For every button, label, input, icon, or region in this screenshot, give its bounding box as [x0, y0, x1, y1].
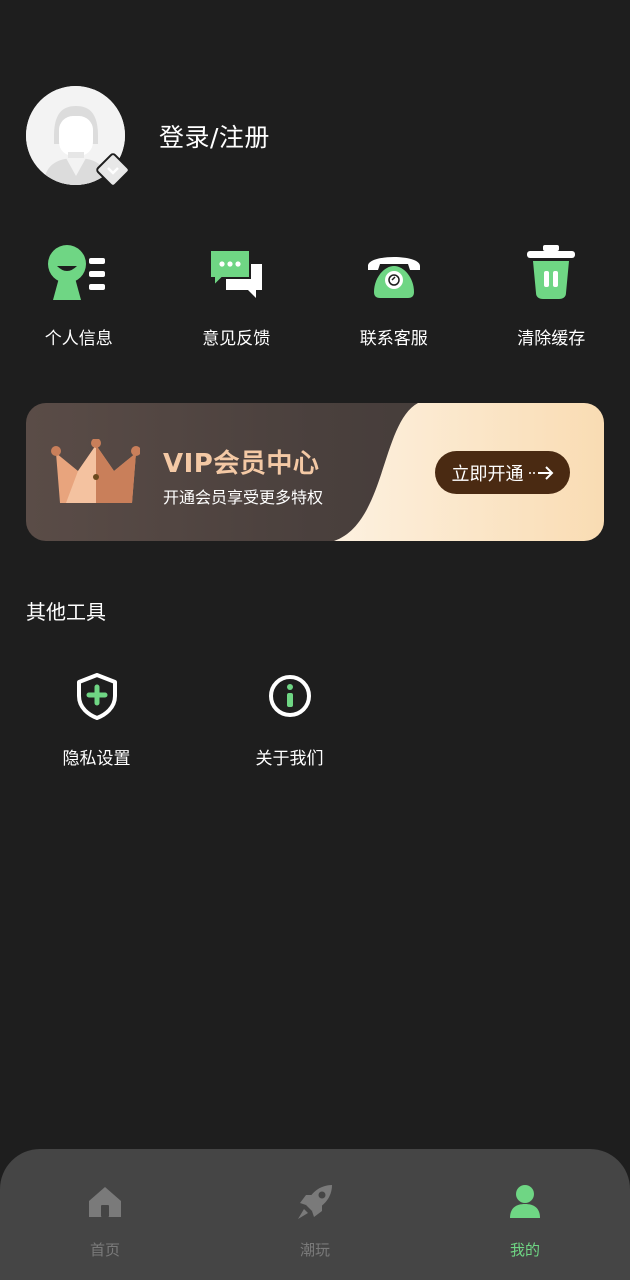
- home-icon: [86, 1183, 124, 1221]
- arrow-right-icon: [528, 465, 553, 480]
- nav-label: 首页: [89, 1241, 120, 1259]
- info-icon: [264, 670, 316, 722]
- tool-about-us[interactable]: 关于我们: [193, 670, 386, 769]
- vip-subtitle: 开通会员享受更多特权: [163, 488, 324, 507]
- shield-plus-icon: [71, 670, 123, 722]
- chevron-down-icon: [107, 167, 119, 175]
- person-icon: [506, 1183, 544, 1221]
- vip-open-button-label: 立即开通: [451, 463, 524, 485]
- action-feedback[interactable]: 意见反馈: [158, 240, 316, 349]
- action-label: 联系客服: [359, 329, 428, 349]
- nav-label: 我的: [509, 1241, 540, 1259]
- nav-item-home[interactable]: 首页: [0, 1149, 210, 1280]
- profile-page: 登录/注册 个人信息 意见反馈 联系客服 清除缓存 VIP会员中心 开通会员享受…: [0, 0, 630, 1280]
- avatar[interactable]: [26, 86, 132, 189]
- crown-icon: [51, 439, 140, 503]
- vip-open-button[interactable]: 立即开通: [435, 451, 570, 494]
- vip-title: VIP会员中心: [163, 449, 320, 479]
- quick-actions: 个人信息 意见反馈 联系客服 清除缓存: [0, 240, 630, 349]
- login-register-link[interactable]: 登录/注册: [159, 118, 270, 154]
- other-tools-title: 其他工具: [26, 600, 106, 624]
- profile-header[interactable]: 登录/注册: [26, 86, 270, 189]
- action-label: 清除缓存: [517, 329, 586, 349]
- trash-icon: [519, 240, 583, 304]
- action-label: 个人信息: [44, 329, 113, 349]
- bottom-nav: 首页 潮玩 我的: [0, 1149, 630, 1280]
- tool-privacy-settings[interactable]: 隐私设置: [0, 670, 193, 769]
- tool-label: 隐私设置: [62, 749, 131, 769]
- action-personal-info[interactable]: 个人信息: [0, 240, 158, 349]
- tool-label: 关于我们: [255, 749, 324, 769]
- nav-item-trend[interactable]: 潮玩: [210, 1149, 420, 1280]
- phone-icon: [362, 240, 426, 304]
- action-contact-service[interactable]: 联系客服: [315, 240, 473, 349]
- rocket-icon: [296, 1183, 334, 1221]
- feedback-chat-icon: [204, 240, 268, 304]
- action-label: 意见反馈: [202, 329, 271, 349]
- other-tools-list: 隐私设置 关于我们: [0, 670, 386, 769]
- nav-label: 潮玩: [299, 1241, 330, 1259]
- nav-item-mine[interactable]: 我的: [420, 1149, 630, 1280]
- action-clear-cache[interactable]: 清除缓存: [473, 240, 630, 349]
- user-info-icon: [47, 240, 111, 304]
- vip-banner[interactable]: VIP会员中心 开通会员享受更多特权 立即开通: [26, 403, 604, 541]
